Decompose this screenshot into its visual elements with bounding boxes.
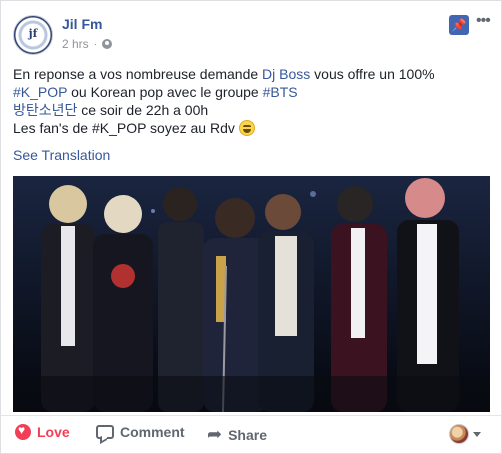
- post-meta: 2 hrs ·: [62, 37, 113, 51]
- post-text-line-1: En reponse a vos nombreuse demande Dj Bo…: [13, 65, 491, 83]
- pin-icon[interactable]: 📌: [449, 15, 469, 35]
- heart-icon: [15, 423, 31, 440]
- share-label: Share: [228, 426, 268, 443]
- globe-icon[interactable]: [102, 39, 113, 49]
- more-options-icon[interactable]: •••: [476, 12, 491, 30]
- comment-label: Comment: [120, 424, 185, 440]
- post-text-line-2: #K_POP ou Korean pop avec le groupe #BTS: [13, 83, 491, 101]
- chevron-down-icon: [473, 431, 481, 437]
- page-name-link[interactable]: Jil Fm: [62, 16, 102, 32]
- hashtag-link[interactable]: #BTS: [263, 84, 298, 100]
- page-avatar[interactable]: jf: [13, 15, 53, 55]
- post-card: jf Jil Fm 2 hrs · 📌 ••• En reponse a vos…: [0, 0, 502, 454]
- post-actions-bar: Love Comment ➦ Share: [1, 415, 501, 453]
- hashtag-link[interactable]: #K_POP: [13, 84, 67, 100]
- post-photo[interactable]: [13, 176, 490, 412]
- user-avatar: [449, 424, 469, 444]
- grinning-face-emoji: [238, 120, 255, 136]
- see-translation-link[interactable]: See Translation: [13, 147, 110, 163]
- text-segment: Les fan's de #K_POP soyez au Rdv: [13, 120, 239, 136]
- post-text-line-4: Les fan's de #K_POP soyez au Rdv: [13, 119, 491, 137]
- korean-name-link[interactable]: 방탄소년단: [13, 102, 77, 118]
- group-photo-image: [13, 176, 490, 412]
- comment-button[interactable]: Comment: [96, 424, 185, 440]
- meta-separator: ·: [93, 38, 98, 50]
- post-timestamp[interactable]: 2 hrs: [62, 37, 89, 51]
- text-segment: ce soir de 22h a 00h: [77, 102, 209, 118]
- text-segment: En reponse a vos nombreuse demande: [13, 66, 263, 82]
- comment-icon: [96, 425, 114, 439]
- post-as-selector[interactable]: [449, 424, 481, 444]
- post-text-line-3: 방탄소년단 ce soir de 22h a 00h: [13, 101, 491, 119]
- text-segment: vous offre un 100%: [310, 66, 435, 82]
- love-label: Love: [37, 424, 70, 440]
- text-segment: ou Korean pop avec le groupe: [67, 84, 263, 100]
- share-button[interactable]: ➦ Share: [207, 424, 267, 445]
- mention-link[interactable]: Dj Boss: [262, 66, 310, 82]
- post-text: En reponse a vos nombreuse demande Dj Bo…: [13, 65, 491, 137]
- avatar-monogram: jf: [28, 27, 38, 40]
- share-icon: ➦: [207, 424, 223, 444]
- love-button[interactable]: Love: [15, 423, 70, 440]
